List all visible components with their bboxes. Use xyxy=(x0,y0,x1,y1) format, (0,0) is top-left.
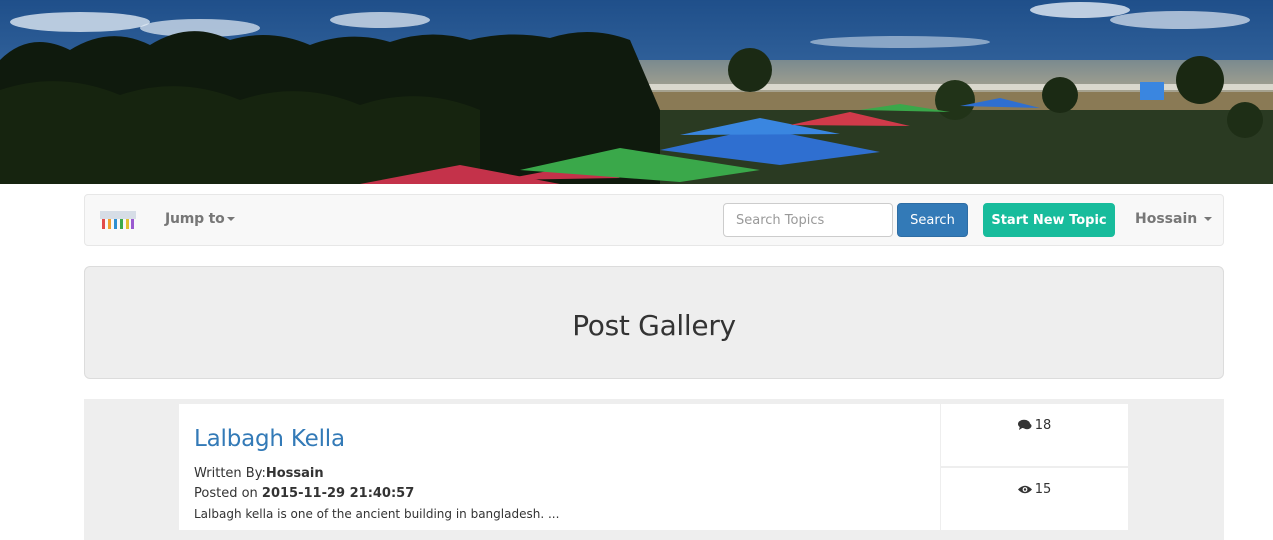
post-card: Lalbagh Kella Written By:Hossain Posted … xyxy=(179,404,940,530)
post-date: Posted on 2015-11-29 21:40:57 xyxy=(194,486,414,501)
post-title-link[interactable]: Lalbagh Kella xyxy=(194,426,345,452)
search-input[interactable] xyxy=(723,203,893,237)
posted-on-label: Posted on xyxy=(194,486,262,501)
jump-to-dropdown[interactable]: Jump to xyxy=(165,211,235,227)
user-name: Hossain xyxy=(1135,211,1198,227)
site-logo[interactable] xyxy=(100,209,136,231)
date-value: 2015-11-29 21:40:57 xyxy=(261,486,415,501)
page-header: Post Gallery xyxy=(84,266,1224,379)
comments-count: 18 xyxy=(1034,418,1052,433)
header-banner-image xyxy=(0,0,1273,184)
comments-icon xyxy=(1017,419,1032,430)
page-title: Post Gallery xyxy=(572,309,736,342)
start-new-topic-button[interactable]: Start New Topic xyxy=(983,203,1115,237)
views-stat: 15 xyxy=(941,468,1128,530)
user-menu-dropdown[interactable]: Hossain xyxy=(1135,211,1213,227)
caret-down-icon xyxy=(1204,217,1213,221)
post-author: Written By:Hossain xyxy=(194,466,324,481)
comments-stat: 18 xyxy=(941,404,1128,466)
jump-to-label: Jump to xyxy=(165,211,225,227)
eye-icon xyxy=(1017,485,1032,494)
post-excerpt: Lalbagh kella is one of the ancient buil… xyxy=(194,507,560,521)
search-button[interactable]: Search xyxy=(897,203,968,237)
written-by-label: Written By: xyxy=(194,466,266,481)
post-gallery: Lalbagh Kella Written By:Hossain Posted … xyxy=(84,399,1224,540)
caret-down-icon xyxy=(226,217,235,221)
views-count: 15 xyxy=(1034,482,1052,497)
author-name: Hossain xyxy=(265,466,324,481)
top-navbar: Jump to Search Start New Topic Hossain xyxy=(84,194,1224,246)
